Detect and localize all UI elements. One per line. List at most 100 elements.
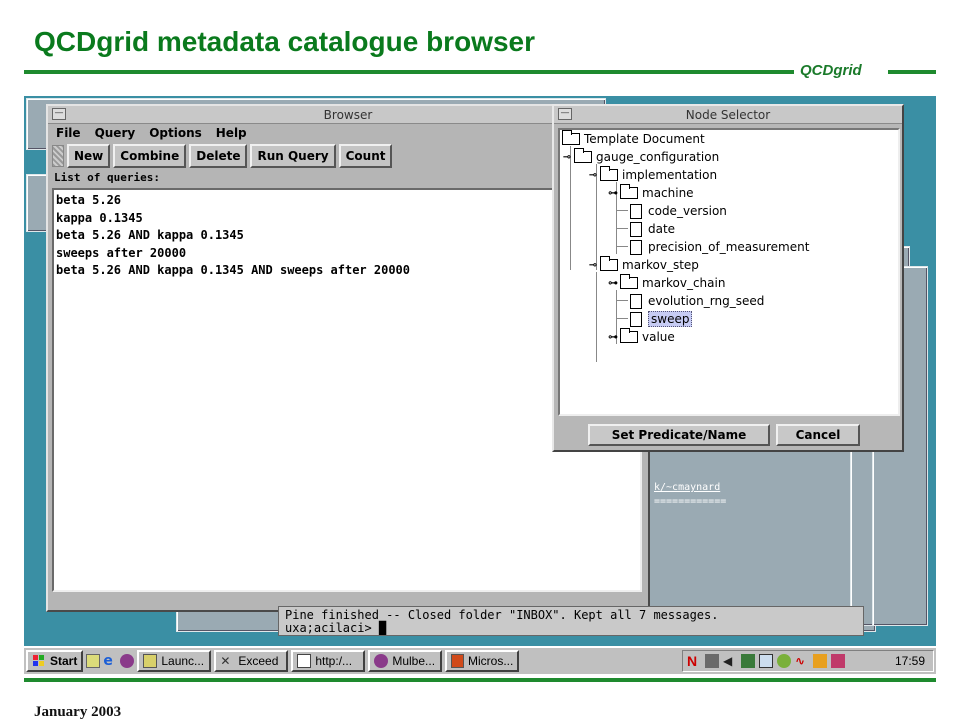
tree-node-label: evolution_rng_seed [648,294,765,308]
exceed-icon: ✕ [220,654,231,668]
expand-toggle-icon[interactable]: ⊸ [562,152,572,163]
monitor-icon[interactable] [759,654,773,668]
network-icon[interactable] [705,654,719,668]
query-item[interactable]: beta 5.26 AND kappa 0.1345 [56,227,638,245]
tree-connector [616,300,628,301]
header-rule-left [24,70,794,74]
tree-node[interactable]: Template Document [562,130,705,148]
quicklaunch-icon[interactable] [86,654,101,668]
tree-node[interactable]: precision_of_measurement [630,238,809,256]
status-icon[interactable] [777,654,791,668]
terminal-window[interactable]: Pine finished -- Closed folder "INBOX". … [278,606,864,636]
tree-node[interactable]: ⊸ gauge_configuration [562,148,719,166]
taskbar-button-microsoft[interactable]: Micros... [445,650,520,672]
file-icon [630,239,642,255]
query-item[interactable]: kappa 0.1345 [56,210,638,228]
tree-node[interactable]: ⊶ value [608,328,675,346]
tree-connector [616,228,628,229]
tree-node-label: date [648,222,676,236]
folder-icon [600,256,618,271]
taskbar-button-label: Launc... [161,654,205,668]
node-selector-titlebar[interactable]: — Node Selector [554,106,902,124]
footer-date: January 2003 [34,704,122,720]
slide-title: QCDgrid metadata catalogue browser [34,26,536,57]
tree-node-label: value [642,330,675,344]
folder-icon [600,166,618,181]
tree-node[interactable]: ⊶ machine [608,184,694,202]
taskbar-button-http[interactable]: http:/... [291,650,366,672]
footer-rule [24,678,936,682]
start-button[interactable]: Start [26,650,84,672]
menu-help[interactable]: Help [216,124,247,142]
combine-button[interactable]: Combine [113,144,187,168]
tree-node-label: implementation [622,168,718,182]
powerpoint-icon [451,654,464,668]
expand-toggle-icon[interactable]: ⊸ [588,260,598,271]
menu-options[interactable]: Options [149,124,202,142]
node-selector-title: Node Selector [685,108,771,122]
file-icon [630,311,642,327]
tree-node[interactable]: ⊶ markov_chain [608,274,725,292]
new-button[interactable]: New [67,144,111,168]
tree-node[interactable]: code_version [630,202,727,220]
collapse-toggle-icon[interactable]: ⊶ [608,278,618,289]
taskbar-button-label: Exceed [238,654,279,668]
tree-node[interactable]: date [630,220,675,238]
node-selector-window: — Node Selector Template Document ⊸ gaug… [552,104,904,452]
query-item[interactable]: sweeps after 20000 [56,245,638,263]
scheduler-icon[interactable] [831,654,845,668]
norton-icon[interactable]: N [687,654,701,668]
alert-icon[interactable] [813,654,827,668]
tree-node-label: sweep [648,311,693,327]
internet-explorer-icon[interactable]: e [103,654,117,668]
mulberry-icon[interactable] [120,654,135,668]
file-icon [630,293,642,309]
tree-node-label: machine [642,186,694,200]
taskbar-button-mulberry[interactable]: Mulbe... [368,650,443,672]
tree-node-label: gauge_configuration [596,150,720,164]
terminal-prompt-text: uxa;acilaci> [285,621,379,635]
tree-connector [616,246,628,247]
taskbar-button-exceed[interactable]: ✕ Exceed [214,650,289,672]
set-predicate-button[interactable]: Set Predicate/Name [588,424,770,446]
start-label: Start [50,654,78,668]
terminal-fragment: ============ [654,496,727,507]
taskbar-button-launch[interactable]: Launc... [137,650,212,672]
tree-node[interactable]: ⊸ implementation [588,166,717,184]
taskbar-button-label: http:/... [315,654,353,668]
terminal-prompt[interactable]: uxa;acilaci> █ [285,622,857,635]
collapse-toggle-icon[interactable]: ⊶ [608,332,618,343]
clock: 17:59 [894,654,925,668]
tree-node-label: Template Document [584,132,705,146]
query-item[interactable]: beta 5.26 [56,192,638,210]
menu-file[interactable]: File [56,124,81,142]
collapse-toggle-icon[interactable]: ⊶ [608,188,618,199]
delete-button[interactable]: Delete [189,144,248,168]
count-button[interactable]: Count [338,144,393,168]
query-item[interactable]: beta 5.26 AND kappa 0.1345 AND sweeps af… [56,262,638,280]
tree-node[interactable]: evolution_rng_seed [630,292,764,310]
browser-title: Browser [323,108,373,122]
tree-connector [596,272,597,362]
menu-query[interactable]: Query [95,124,136,142]
volume-icon[interactable]: ◀ [723,654,737,668]
file-icon [630,203,642,219]
mulberry-icon [374,654,389,668]
browser-page-icon [297,654,312,668]
tree-node[interactable]: ⊸ markov_step [588,256,699,274]
tree-node-label: markov_step [622,258,699,272]
brand-label: QCDgrid [800,62,862,79]
run-query-button[interactable]: Run Query [250,144,336,168]
expand-toggle-icon[interactable]: ⊸ [588,170,598,181]
windows-logo-icon [33,655,44,666]
terminal-fragment: k/~cmaynard [654,482,721,493]
window-menu-icon[interactable]: — [558,108,572,120]
system-tray: N ◀ ∿ 17:59 [682,650,934,672]
cancel-button[interactable]: Cancel [776,424,860,446]
window-menu-icon[interactable]: — [52,108,66,120]
display-icon[interactable] [741,654,755,668]
tree-node-label: markov_chain [642,276,726,290]
activity-icon[interactable]: ∿ [795,654,809,668]
tree-node-selected[interactable]: sweep [630,310,693,328]
toolbar-grip[interactable] [52,145,64,167]
